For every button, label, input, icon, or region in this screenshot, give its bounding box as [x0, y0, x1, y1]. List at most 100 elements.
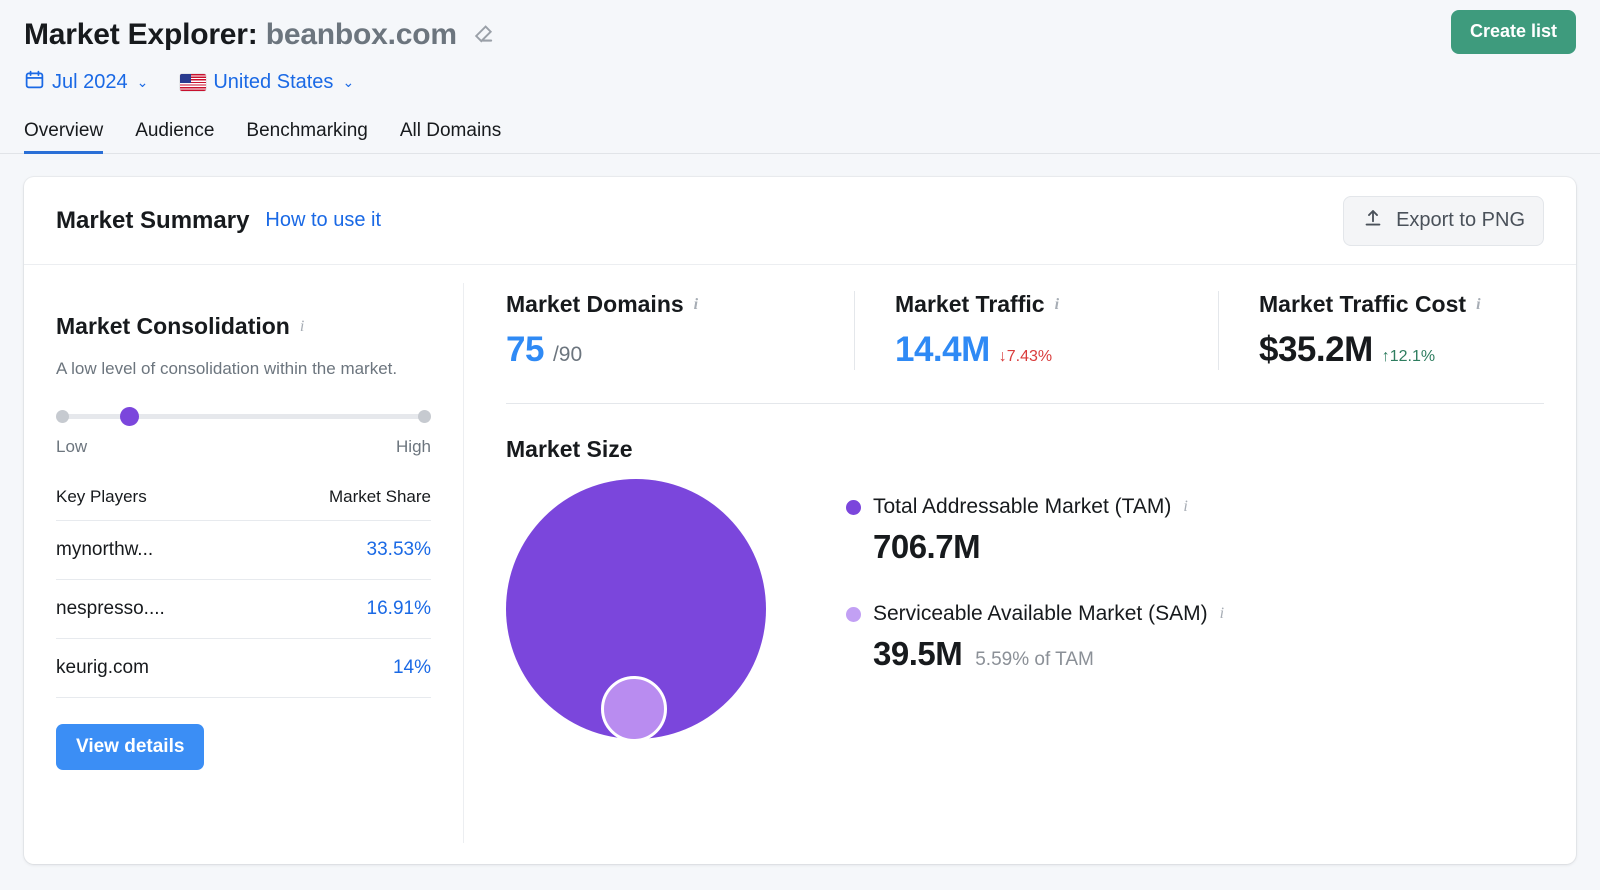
tab-bar: Overview Audience Benchmarking All Domai… [0, 116, 1600, 154]
legend-item-sam: Serviceable Available Market (SAM) i 39.… [846, 602, 1224, 673]
page-header: Market Explorer: beanbox.com Create list… [0, 0, 1600, 100]
us-flag-icon [180, 73, 207, 91]
slider-thumb[interactable] [119, 406, 139, 426]
market-size-bubble-chart [506, 469, 806, 769]
metric-market-domains-value: 75 [506, 330, 544, 369]
card-title: Market Summary [56, 206, 250, 234]
bubble-sam[interactable] [601, 676, 667, 742]
info-icon[interactable]: i [1476, 296, 1480, 313]
pencil-icon[interactable] [471, 23, 495, 47]
metric-market-traffic-cost-value: $35.2M [1259, 330, 1373, 369]
slider-end-low [56, 409, 69, 423]
player-name: nespresso.... [56, 578, 250, 639]
metric-market-traffic-value: 14.4M [895, 330, 990, 369]
legend-value-row: 706.7M [873, 528, 1224, 566]
legend-dot-tam [846, 499, 861, 515]
player-share[interactable]: 33.53% [249, 519, 431, 580]
metric-market-traffic-label: Market Traffic [895, 291, 1045, 317]
slider-label-low: Low [56, 436, 88, 456]
metric-market-traffic-cost-delta: ↑12.1% [1381, 348, 1436, 365]
legend-dot-sam [846, 606, 861, 622]
slider-track [64, 413, 423, 419]
metrics-divider [506, 403, 1544, 404]
metric-label: Market Traffic Cost i [1259, 291, 1481, 318]
player-share[interactable]: 16.91% [249, 578, 431, 639]
info-icon[interactable]: i [1055, 296, 1059, 313]
market-consolidation-title: Market Consolidation [56, 313, 290, 339]
metric-market-domains: Market Domains i 75 /90 [506, 291, 854, 370]
legend-value-tam: 706.7M [873, 528, 981, 565]
slider-labels: Low High [56, 437, 431, 457]
metric-value: 14.4M ↓7.43% [895, 330, 1190, 370]
key-players-table: Key Players Market Share mynorthw... 33.… [56, 487, 431, 698]
column-market-share: Market Share [328, 486, 431, 506]
legend-value-sam: 39.5M [873, 635, 963, 672]
metric-value: 75 /90 [506, 330, 826, 370]
view-details-button[interactable]: View details [56, 723, 205, 770]
table-row[interactable]: nespresso.... 16.91% [56, 578, 431, 639]
metric-market-traffic-delta: ↓7.43% [998, 348, 1053, 365]
market-consolidation-description: A low level of consolidation within the … [56, 359, 398, 378]
market-size-chart-area: Total Addressable Market (TAM) i 706.7M … [506, 469, 1544, 769]
date-filter-label: Jul 2024 [52, 70, 128, 93]
table-row[interactable]: mynorthw... 33.53% [56, 519, 431, 580]
country-filter[interactable]: United States ⌄ [180, 71, 354, 94]
market-size-title: Market Size [506, 436, 633, 462]
metric-market-traffic: Market Traffic i 14.4M ↓7.43% [854, 291, 1218, 370]
metric-market-domains-label: Market Domains [506, 291, 684, 317]
player-name: keurig.com [56, 637, 250, 698]
table-row[interactable]: keurig.com 14% [56, 637, 431, 698]
legend-value-row: 39.5M 5.59% of TAM [873, 635, 1224, 673]
card-body: Market Consolidation i A low level of co… [24, 265, 1576, 863]
metrics-row: Market Domains i 75 /90 Market Traffic i… [506, 291, 1544, 370]
player-share[interactable]: 14% [249, 637, 431, 698]
legend-label-tam: Total Addressable Market (TAM) [873, 495, 1172, 518]
market-metrics-panel: Market Domains i 75 /90 Market Traffic i… [464, 265, 1576, 863]
legend-row: Serviceable Available Market (SAM) i [846, 602, 1224, 626]
metric-market-traffic-cost-label: Market Traffic Cost [1259, 291, 1467, 317]
legend-label-sam: Serviceable Available Market (SAM) [873, 602, 1208, 625]
card-header: Market Summary How to use it Export to P… [24, 177, 1576, 265]
player-name: mynorthw... [56, 519, 250, 580]
info-icon[interactable]: i [694, 296, 698, 313]
metric-market-traffic-cost: Market Traffic Cost i $35.2M ↑12.1% [1218, 291, 1509, 370]
page-title-domain: beanbox.com [265, 18, 457, 51]
calendar-icon [24, 69, 45, 96]
consolidation-slider[interactable] [56, 406, 431, 426]
legend-item-tam: Total Addressable Market (TAM) i 706.7M [846, 495, 1224, 566]
page-title: Market Explorer: beanbox.com [24, 18, 457, 52]
market-summary-card: Market Summary How to use it Export to P… [24, 177, 1576, 864]
country-filter-label: United States [213, 70, 334, 93]
metric-value: $35.2M ↑12.1% [1259, 330, 1481, 370]
metric-label: Market Traffic i [895, 291, 1190, 318]
info-icon[interactable]: i [1220, 606, 1224, 622]
tab-all-domains[interactable]: All Domains [400, 120, 501, 154]
metric-market-domains-suffix: /90 [552, 343, 583, 366]
table-header-row: Key Players Market Share [56, 487, 431, 521]
legend-row: Total Addressable Market (TAM) i [846, 495, 1224, 519]
market-consolidation-panel: Market Consolidation i A low level of co… [24, 283, 464, 843]
date-filter[interactable]: Jul 2024 ⌄ [24, 69, 148, 96]
slider-label-high: High [396, 436, 431, 456]
how-to-use-it-link[interactable]: How to use it [265, 209, 381, 232]
create-list-button[interactable]: Create list [1450, 10, 1576, 54]
filter-row: Jul 2024 ⌄ United States ⌄ [24, 64, 1576, 100]
column-key-players: Key Players [56, 486, 147, 506]
legend-sub-sam: 5.59% of TAM [975, 649, 1094, 670]
title-row: Market Explorer: beanbox.com [24, 0, 1576, 66]
tab-benchmarking[interactable]: Benchmarking [246, 120, 367, 154]
upload-icon [1362, 207, 1384, 235]
info-icon[interactable]: i [1183, 499, 1187, 515]
metric-label: Market Domains i [506, 291, 826, 318]
chevron-down-icon: ⌄ [136, 74, 149, 90]
export-to-png-label: Export to PNG [1396, 209, 1525, 231]
market-consolidation-header: Market Consolidation i [56, 313, 431, 340]
export-to-png-button[interactable]: Export to PNG [1343, 195, 1544, 246]
info-icon[interactable]: i [300, 318, 304, 335]
tab-audience[interactable]: Audience [135, 120, 214, 154]
market-size-legend: Total Addressable Market (TAM) i 706.7M … [806, 469, 1224, 769]
tab-overview[interactable]: Overview [24, 120, 104, 154]
chevron-down-icon: ⌄ [342, 74, 355, 90]
page-title-prefix: Market Explorer: [24, 18, 258, 51]
slider-end-high [418, 409, 431, 423]
